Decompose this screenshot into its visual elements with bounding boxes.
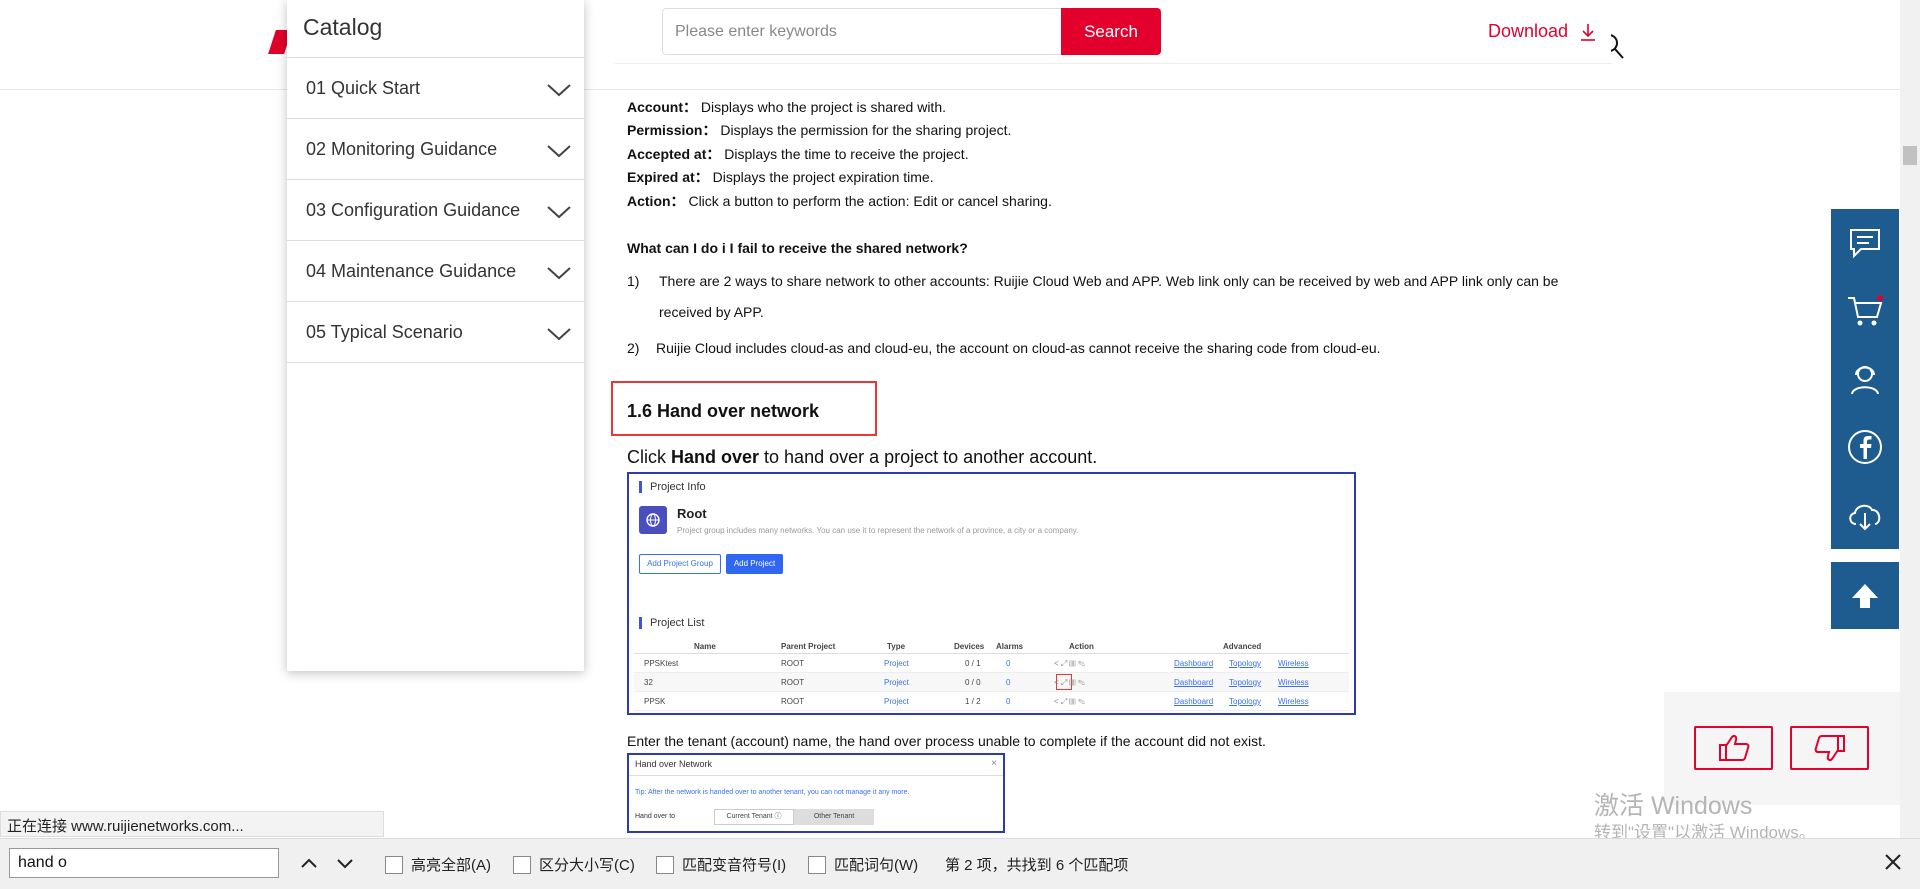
project-list-screenshot: Project Info Root Project group includes… [627,472,1356,715]
section-heading-highlight: 1.6 Hand over network [611,381,877,436]
globe-icon [639,506,667,534]
col-type: Type [887,642,906,651]
other-tenant-option: Other Tenant [794,809,874,825]
match-count: 第 2 项，共找到 6 个匹配项 [945,857,1129,874]
tenant-instruction: Enter the tenant (account) name, the han… [627,733,1266,749]
dislike-button[interactable] [1790,726,1869,770]
checkbox[interactable] [513,855,531,874]
scrollbar-thumb[interactable] [1903,146,1917,165]
col-alarms: Alarms [996,642,1024,651]
hand-over-instruction: Click Hand over to hand over a project t… [627,447,1098,467]
table-row: PPSK ROOT Project 1 / 2 0 < ⤢ ▥ ✎ Dashbo… [634,692,1349,711]
faq-point-2: 2) Ruijie Cloud includes cloud-as and cl… [627,340,1381,356]
arrow-up-icon [1852,583,1878,608]
keyword-search-input[interactable] [662,8,1076,55]
col-parent: Parent Project [781,642,836,651]
status-bar: 正在连接 www.ruijienetworks.com... [0,811,384,837]
facebook-icon [1848,430,1882,464]
chevron-down-icon[interactable] [546,265,572,281]
back-to-top-button[interactable] [1831,562,1899,629]
root-group-name: Root [677,506,707,521]
whole-words-checkbox[interactable]: 匹配词句(W) [808,854,918,875]
root-group-description: Project group includes many networks. Yo… [677,526,1079,535]
field-accepted-at: Accepted at： Displays the time to receiv… [627,146,969,162]
activation-watermark-title: 激活 Windows [1594,792,1753,820]
chevron-down-icon[interactable] [546,204,572,220]
support-agent-icon [1851,366,1879,395]
chat-button[interactable] [1831,209,1899,277]
table-row: 32 ROOT Project 0 / 0 0 < ⤢ ▥ ✎ Dashboar… [634,673,1349,692]
catalog-item-label: 01 Quick Start [306,78,421,98]
close-icon[interactable] [1882,851,1904,873]
hand-over-to-label: Hand over to [635,813,676,820]
hand-over-dialog-screenshot: Hand over Network × Tip: After the netwo… [627,753,1005,833]
current-tenant-option: Current Tenant ⓘ [714,809,794,825]
checkbox[interactable] [808,855,826,874]
catalog-item-monitoring[interactable]: 02 Monitoring Guidance [287,119,584,180]
like-button[interactable] [1694,726,1773,770]
faq-question: What can I do i I fail to receive the sh… [627,240,968,256]
thumbs-up-icon [1718,735,1749,761]
col-devices: Devices [954,642,985,651]
download-link[interactable]: Download [1488,21,1598,42]
col-name: Name [694,642,716,651]
field-account: Account： Displays who the project is sha… [627,99,946,115]
thumbs-down-icon [1814,735,1845,761]
dialog-title: Hand over Network [635,759,713,769]
cloud-download-icon [1849,504,1881,531]
search-button[interactable]: Search [1061,8,1161,55]
catalog-item-configuration[interactable]: 03 Configuration Guidance [287,180,584,241]
chevron-down-icon[interactable] [546,326,572,342]
find-bar: 高亮全部(A) 区分大小写(C) 匹配变音符号(I) 匹配词句(W) 第 2 项… [0,838,1920,889]
add-project-button: Add Project [726,554,783,574]
field-action: Action： Click a button to perform the ac… [627,193,1052,209]
page-scrollbar[interactable] [1900,0,1920,838]
find-input[interactable] [9,848,279,878]
download-label: Download [1488,21,1569,41]
faq-point-1: 1) There are 2 ways to share network to … [627,273,1559,320]
highlight-all-checkbox[interactable]: 高亮全部(A) [385,854,491,875]
find-next-icon[interactable] [334,852,356,874]
action-icons: < ⤢ ▥ ✎ [1054,678,1086,687]
catalog-item-label: 03 Configuration Guidance [306,200,521,220]
checkbox[interactable] [656,855,674,874]
cloud-download-button[interactable] [1831,481,1899,549]
catalog-item-label: 02 Monitoring Guidance [306,139,498,159]
section-heading: 1.6 Hand over network [627,401,820,421]
project-info-heading: Project Info [639,481,706,493]
field-expired-at: Expired at： Displays the project expirat… [627,169,934,185]
col-advanced: Advanced [1223,642,1262,651]
chevron-down-icon[interactable] [546,82,572,98]
cart-button[interactable] [1831,277,1899,345]
action-icons: < ⤢ ▥ ✎ [1054,697,1086,706]
match-case-checkbox[interactable]: 区分大小写(C) [513,854,635,875]
table-row: PPSKtest ROOT Project 0 / 1 0 < ⤢ ▥ ✎ Da… [634,654,1349,673]
action-icons: < ⤢ ▥ ✎ [1054,659,1086,668]
catalog-item-label: 05 Typical Scenario [306,322,463,342]
catalog-title: Catalog [287,0,584,58]
add-project-group-button: Add Project Group [639,554,721,574]
close-icon: × [991,758,997,769]
project-list-heading: Project List [639,617,704,629]
download-icon [1581,23,1596,41]
catalog-item-quick-start[interactable]: 01 Quick Start [287,58,584,119]
catalog-item-label: 04 Maintenance Guidance [306,261,517,281]
facebook-button[interactable] [1831,413,1899,481]
match-diacritics-checkbox[interactable]: 匹配变音符号(I) [656,854,786,875]
catalog-panel: Catalog 01 Quick Start 02 Monitoring Gui… [287,0,584,671]
find-previous-icon[interactable] [298,852,320,874]
col-action: Action [1069,642,1094,651]
doc-search-bar: Search Download [615,0,1611,64]
chevron-down-icon[interactable] [546,143,572,159]
cart-icon [1848,295,1883,326]
chat-icon [1850,229,1880,259]
support-button[interactable] [1831,345,1899,413]
field-permission: Permission： Displays the permission for … [627,122,1012,138]
side-tool-rail [1831,209,1899,549]
catalog-item-maintenance[interactable]: 04 Maintenance Guidance [287,241,584,302]
catalog-item-typical-scenario[interactable]: 05 Typical Scenario [287,302,584,363]
dialog-tip: Tip: After the network is handed over to… [635,789,910,796]
checkbox[interactable] [385,855,403,874]
